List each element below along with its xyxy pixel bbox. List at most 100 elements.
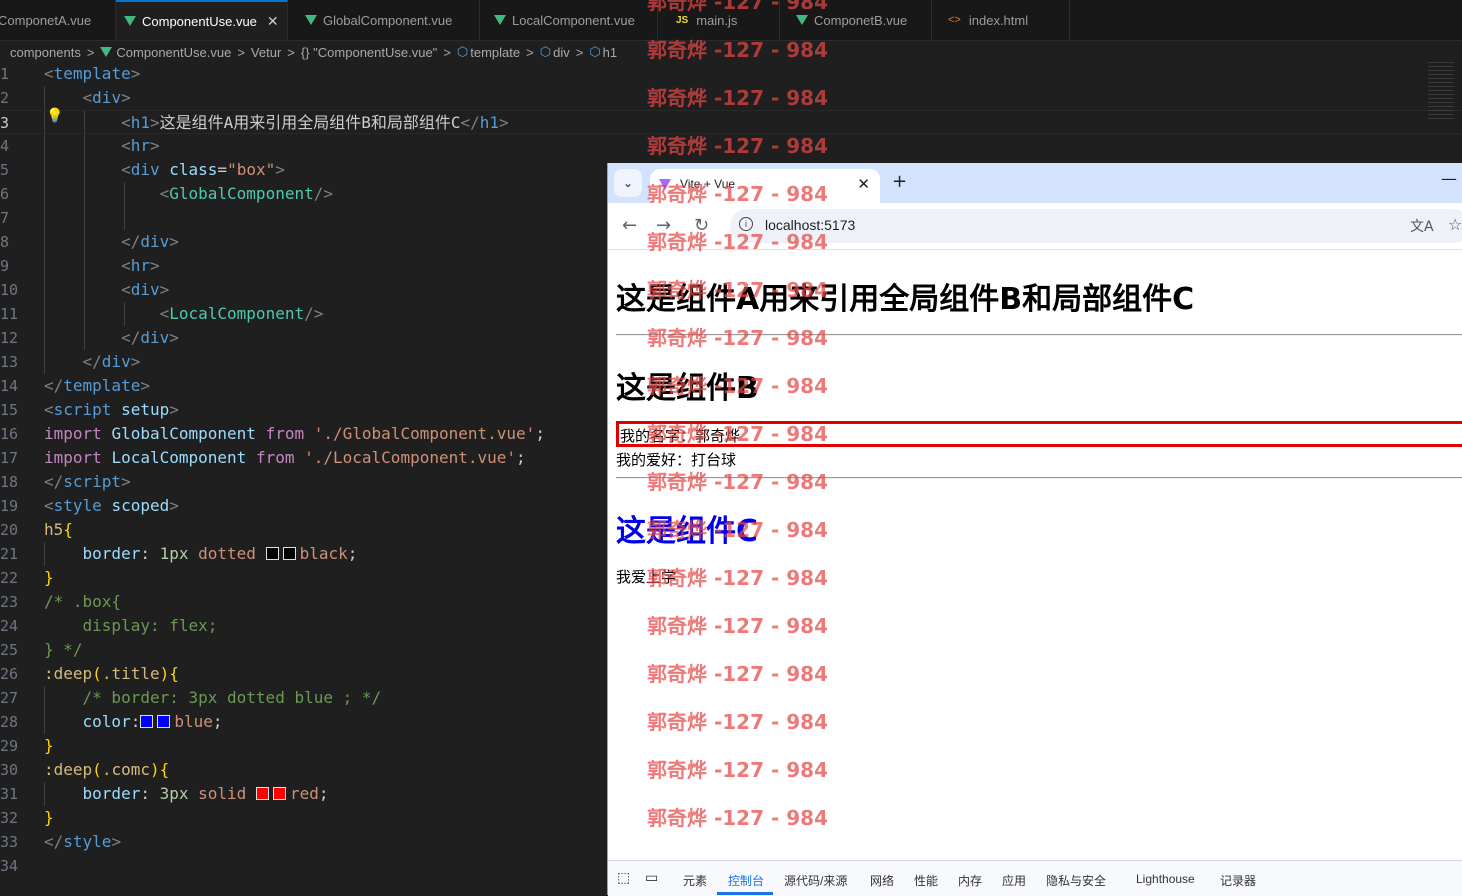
back-arrow-icon[interactable]: ← [622,215,637,236]
line-number: 27 [0,689,19,707]
device-toolbar-icon[interactable]: ▭ [645,869,658,886]
line-number: 21 [0,545,19,563]
color-swatch[interactable] [272,787,286,800]
tab-network[interactable]: 网络 [870,872,894,889]
line-number: 30 [0,761,19,779]
code-token: div [130,280,160,299]
tab-sources[interactable]: 源代码/来源 [784,872,847,889]
lightbulb-icon[interactable]: 💡 [46,108,63,124]
tab-application[interactable]: 应用 [1002,872,1026,889]
tab-componeta[interactable]: ComponetA.vue [0,0,116,40]
color-swatch[interactable] [140,715,154,728]
code-token: style [53,496,102,515]
code-token: LocalComponent [169,304,305,323]
address-bar[interactable]: i localhost:5173 文A ☆ [730,209,1462,243]
minimize-button[interactable]: — [1441,169,1457,188]
tab-localcomponent[interactable]: LocalComponent.vue [486,0,658,40]
code-token: </ [460,113,480,132]
tab-elements[interactable]: 元素 [683,872,707,889]
code-token: hr [130,136,150,155]
line-number: 6 [0,185,10,203]
code-token: ( [92,760,102,779]
tab-memory[interactable]: 内存 [958,872,982,889]
chevron-right-icon: > [287,44,295,60]
code-text: <div> [44,86,131,110]
line-number: 13 [0,353,19,371]
code-text: <LocalComponent/> [44,302,324,326]
tab-privacy-security[interactable]: 隐私与安全 [1046,872,1106,889]
tab-globalcomponent[interactable]: GlobalComponent.vue [297,0,480,40]
star-icon[interactable]: ☆ [1448,215,1462,234]
line-number: 3 [0,114,10,132]
breadcrumb-item[interactable]: h1 [603,45,617,60]
line-number: 32 [0,809,19,827]
code-token: :deep [44,664,93,683]
close-icon[interactable]: ✕ [857,175,870,193]
breadcrumb-item[interactable]: components [10,45,81,60]
code-text: import LocalComponent from './LocalCompo… [44,446,526,470]
breadcrumb-item[interactable]: ComponentUse.vue [116,45,231,60]
code-token: < [121,256,131,275]
code-token: } */ [44,640,83,659]
code-token: = [217,160,228,179]
new-tab-button[interactable]: + [892,171,907,192]
breadcrumb-item[interactable]: {} "ComponentUse.vue" [301,45,437,60]
code-token: > [499,113,509,132]
code-token: < [44,400,54,419]
minimap[interactable] [1428,62,1454,122]
line-number: 34 [0,857,19,875]
code-token: div [101,352,131,371]
tab-performance[interactable]: 性能 [914,872,938,889]
color-swatch[interactable] [265,547,279,560]
watermark-text: 郭奇烨 -127 - 984 [647,470,828,494]
line-number: 4 [0,137,10,155]
watermark-text: 郭奇烨 -127 - 984 [647,614,828,638]
template-icon: ⬡ [456,44,469,59]
code-token: /* border: 3px dotted blue ; */ [82,688,382,707]
code-token: } [44,568,54,587]
color-swatch[interactable] [282,547,296,560]
code-text: <hr> [44,254,160,278]
code-token: </ [121,232,141,251]
breadcrumb-item[interactable]: div [553,45,570,60]
tab-recorder[interactable]: 记录器 [1220,872,1256,889]
inspect-icon[interactable]: ⬚ [617,869,630,886]
translate-icon[interactable]: 文A [1410,216,1434,236]
code-token: > [275,160,285,179]
code-token: : [130,712,141,731]
code-token: template [63,376,141,395]
line-number: 29 [0,737,19,755]
code-text: import GlobalComponent from './GlobalCom… [44,422,545,446]
tab-componentuse[interactable]: ComponentUse.vue ✕ [116,0,288,40]
code-text: } [44,566,54,590]
code-token: > [149,256,160,275]
color-swatch[interactable] [255,787,269,800]
code-token: template [53,64,131,83]
tab-search-button[interactable]: ⌄ [614,169,642,197]
code-token: from [255,448,295,467]
code-token: script [53,400,112,419]
tab-index-html[interactable]: <> index.html [940,0,1070,40]
line-number: 1 [0,65,10,83]
code-token: black [299,544,348,563]
watermark-text: 郭奇烨 -127 - 984 [647,0,828,14]
watermark-text: 郭奇烨 -127 - 984 [647,86,828,110]
watermark-text: 郭奇烨 -127 - 984 [647,758,828,782]
close-icon[interactable]: ✕ [267,13,279,30]
watermark-text: 郭奇烨 -127 - 984 [647,182,828,206]
color-swatch[interactable] [157,715,171,728]
breadcrumb-item[interactable]: template [470,45,520,60]
code-text: border: 1px dotted black; [44,542,358,566]
watermark-text: 郭奇烨 -127 - 984 [647,518,828,542]
tab-lighthouse[interactable]: Lighthouse [1136,872,1195,886]
code-token: border [82,784,141,803]
chevron-right-icon: > [526,44,534,60]
code-token: div [140,328,170,347]
code-token: { [63,520,73,539]
breadcrumb-item[interactable]: Vetur [251,45,281,60]
tab-console[interactable]: 控制台 [728,872,764,889]
